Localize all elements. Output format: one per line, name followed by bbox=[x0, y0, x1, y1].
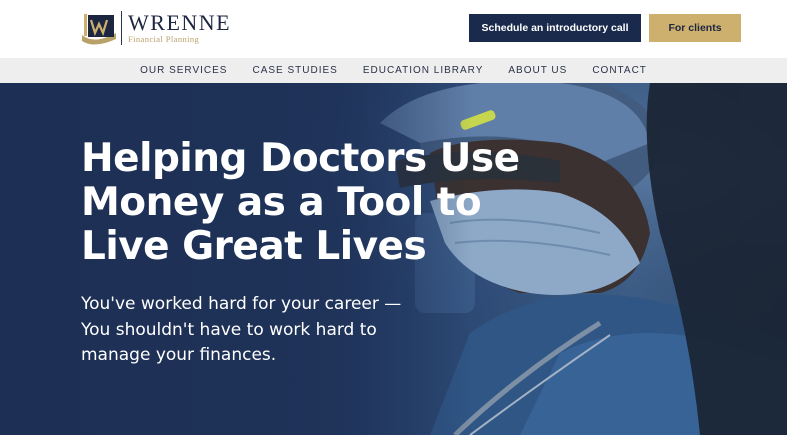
logo-subtitle: Financial Planning bbox=[128, 33, 200, 44]
logo-text: WRENNE Financial Planning bbox=[128, 9, 232, 44]
main-nav: OUR SERVICES CASE STUDIES EDUCATION LIBR… bbox=[0, 58, 787, 83]
logo-name: WRENNE bbox=[128, 9, 232, 35]
schedule-call-button[interactable]: Schedule an introductory call bbox=[469, 14, 641, 42]
nav-education-library[interactable]: EDUCATION LIBRARY bbox=[363, 65, 484, 76]
logo-divider bbox=[121, 11, 122, 45]
nav-case-studies[interactable]: CASE STUDIES bbox=[252, 65, 337, 76]
hero-subtitle: You've worked hard for your career —You … bbox=[81, 294, 402, 365]
hero-section: Helping Doctors Use Money as a Tool to L… bbox=[0, 83, 787, 435]
nav-about-us[interactable]: ABOUT US bbox=[508, 65, 567, 76]
nav-contact[interactable]: CONTACT bbox=[592, 65, 647, 76]
logo[interactable]: WRENNE Financial Planning bbox=[80, 11, 231, 45]
site-header: WRENNE Financial Planning Schedule an in… bbox=[0, 0, 787, 58]
hero-title: Helping Doctors Use Money as a Tool to L… bbox=[81, 136, 520, 269]
for-clients-button[interactable]: For clients bbox=[649, 14, 741, 42]
logo-mark-icon bbox=[80, 11, 118, 45]
nav-our-services[interactable]: OUR SERVICES bbox=[140, 65, 227, 76]
